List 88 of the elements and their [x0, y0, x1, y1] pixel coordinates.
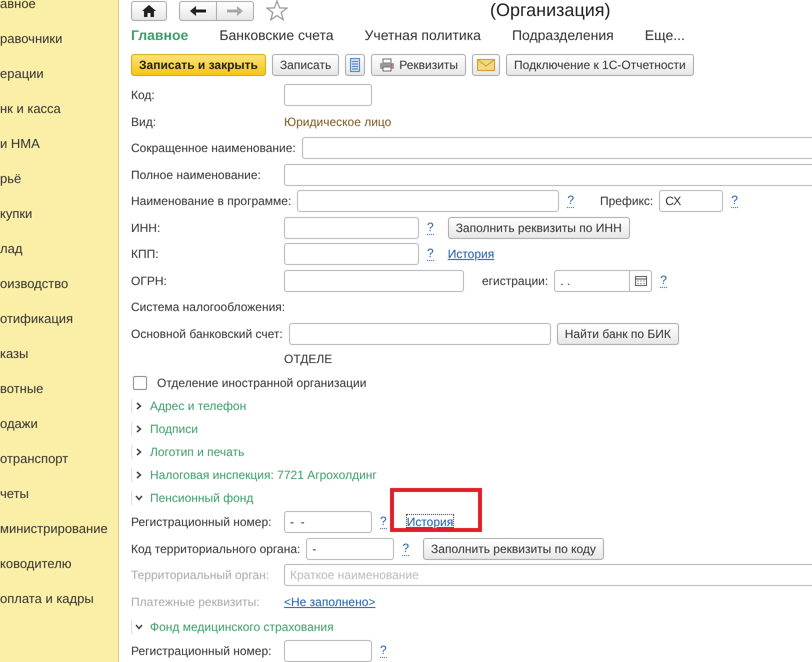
chevron-down-icon[interactable]	[131, 618, 145, 634]
field-label: Полное наименование:	[131, 168, 262, 182]
list-icon	[350, 58, 360, 72]
sidebar-item[interactable]: авное	[0, 0, 118, 21]
field-label: Система налогообложения:	[131, 300, 286, 314]
help-link[interactable]: ?	[402, 542, 410, 556]
sidebar-item[interactable]: рьё	[0, 161, 118, 196]
sidebar-item[interactable]: отификация	[0, 301, 118, 336]
input-field[interactable]	[302, 137, 812, 160]
help-link[interactable]: ?	[567, 194, 574, 208]
field-label: Территориальный орган:	[131, 568, 270, 582]
sidebar-item[interactable]: одажи	[0, 406, 118, 441]
back-button[interactable]	[179, 0, 217, 20]
toolbar-button[interactable]: Записать	[272, 54, 340, 76]
input-field[interactable]	[288, 322, 551, 345]
field-label: Префикс:	[600, 194, 654, 208]
input-field[interactable]: -	[306, 538, 394, 560]
sidebar-item[interactable]: вотные	[0, 371, 118, 406]
chevron-down-icon[interactable]	[131, 490, 145, 506]
home-icon	[141, 4, 157, 18]
tab[interactable]: Учетная политика	[364, 27, 481, 43]
sidebar-item[interactable]: ководителю	[0, 546, 118, 581]
input-field[interactable]	[284, 164, 812, 186]
print-button[interactable]: Реквизиты	[371, 54, 466, 76]
field-label: егистрации:	[482, 274, 548, 288]
mail-button[interactable]	[472, 54, 500, 76]
tab[interactable]: Банковские счета	[219, 27, 334, 43]
fill-button[interactable]: Найти банк по БИК	[556, 322, 679, 345]
home-button[interactable]	[131, 0, 167, 20]
sidebar-item[interactable]: отранспорт	[0, 441, 118, 476]
tab[interactable]: Еще...	[644, 27, 685, 43]
input-field[interactable]	[284, 640, 372, 662]
sidebar-item[interactable]: оплата и кадры	[0, 581, 118, 616]
help-link[interactable]: ?	[731, 194, 738, 208]
field-label: Основной банковский счет:	[131, 326, 283, 341]
toolbar-button[interactable]: Подключение к 1С-Отчетности	[506, 54, 694, 76]
forward-arrow-icon	[226, 4, 244, 16]
field-label: Вид:	[131, 114, 158, 129]
help-link[interactable]: ?	[427, 220, 434, 235]
checkbox-label: Отделение иностранной организации	[157, 376, 366, 390]
field-label: Регистрационный номер:	[131, 515, 272, 530]
help-link[interactable]: ?	[660, 274, 667, 288]
sidebar-item[interactable]: министрирование	[0, 511, 118, 546]
input-field[interactable]	[284, 216, 419, 239]
envelope-icon	[477, 59, 496, 71]
printer-icon	[379, 58, 396, 72]
sidebar-item[interactable]: казы	[0, 336, 118, 371]
history-link[interactable]: История	[448, 247, 494, 262]
field-label: Наименование в программе:	[131, 194, 292, 208]
back-arrow-icon	[189, 4, 207, 16]
history-link[interactable]: История	[406, 515, 454, 530]
sidebar-item[interactable]: лад	[0, 231, 118, 266]
help-link[interactable]: ?	[427, 247, 434, 262]
fill-button[interactable]: Заполнить реквизиты по коду	[423, 538, 604, 560]
field-label: Платежные реквизиты:	[131, 594, 261, 609]
input-field[interactable]: - -	[284, 511, 372, 534]
sidebar-item[interactable]: нк и касса	[0, 91, 118, 126]
field-label: Код:	[131, 88, 156, 102]
calendar-icon	[635, 276, 648, 286]
field-value: Юридическое лицо	[284, 114, 392, 129]
sidebar-item[interactable]: и НМА	[0, 126, 118, 161]
field-label: Сокращенное наименование:	[131, 141, 296, 156]
input-field[interactable]	[284, 84, 372, 106]
input-field[interactable]	[284, 270, 464, 292]
window-title: (Организация)	[490, 0, 611, 21]
input-field[interactable]	[284, 243, 419, 266]
save-and-close-button[interactable]: Записать и закрыть	[131, 54, 266, 76]
input-field[interactable]	[297, 190, 560, 212]
sidebar-item[interactable]: оизводство	[0, 266, 118, 301]
field-label: ИНН:	[131, 220, 162, 235]
help-link[interactable]: ?	[380, 515, 387, 530]
sidebar-item[interactable]: ерации	[0, 56, 118, 91]
field-label: Код территориального органа:	[131, 542, 300, 556]
sidebar-item[interactable]: равочники	[0, 21, 118, 56]
help-link[interactable]: ?	[380, 644, 387, 658]
tab[interactable]: Подразделения	[512, 27, 614, 43]
checkbox[interactable]	[133, 376, 147, 390]
note-text: ОТДЕЛЕ	[284, 352, 332, 366]
sidebar-item[interactable]: купки	[0, 196, 118, 231]
field-label: Регистрационный номер:	[131, 644, 272, 658]
field-label: КПП:	[131, 247, 160, 262]
sidebar-item[interactable]: четы	[0, 476, 118, 511]
list-button[interactable]	[345, 54, 366, 76]
fill-button[interactable]: Заполнить реквизиты по ИНН	[448, 216, 630, 239]
date-field[interactable]: . .	[554, 270, 652, 292]
star-icon[interactable]	[266, 0, 288, 21]
field-label: ОГРН:	[131, 274, 168, 288]
input-field[interactable]: СХ	[659, 190, 724, 212]
